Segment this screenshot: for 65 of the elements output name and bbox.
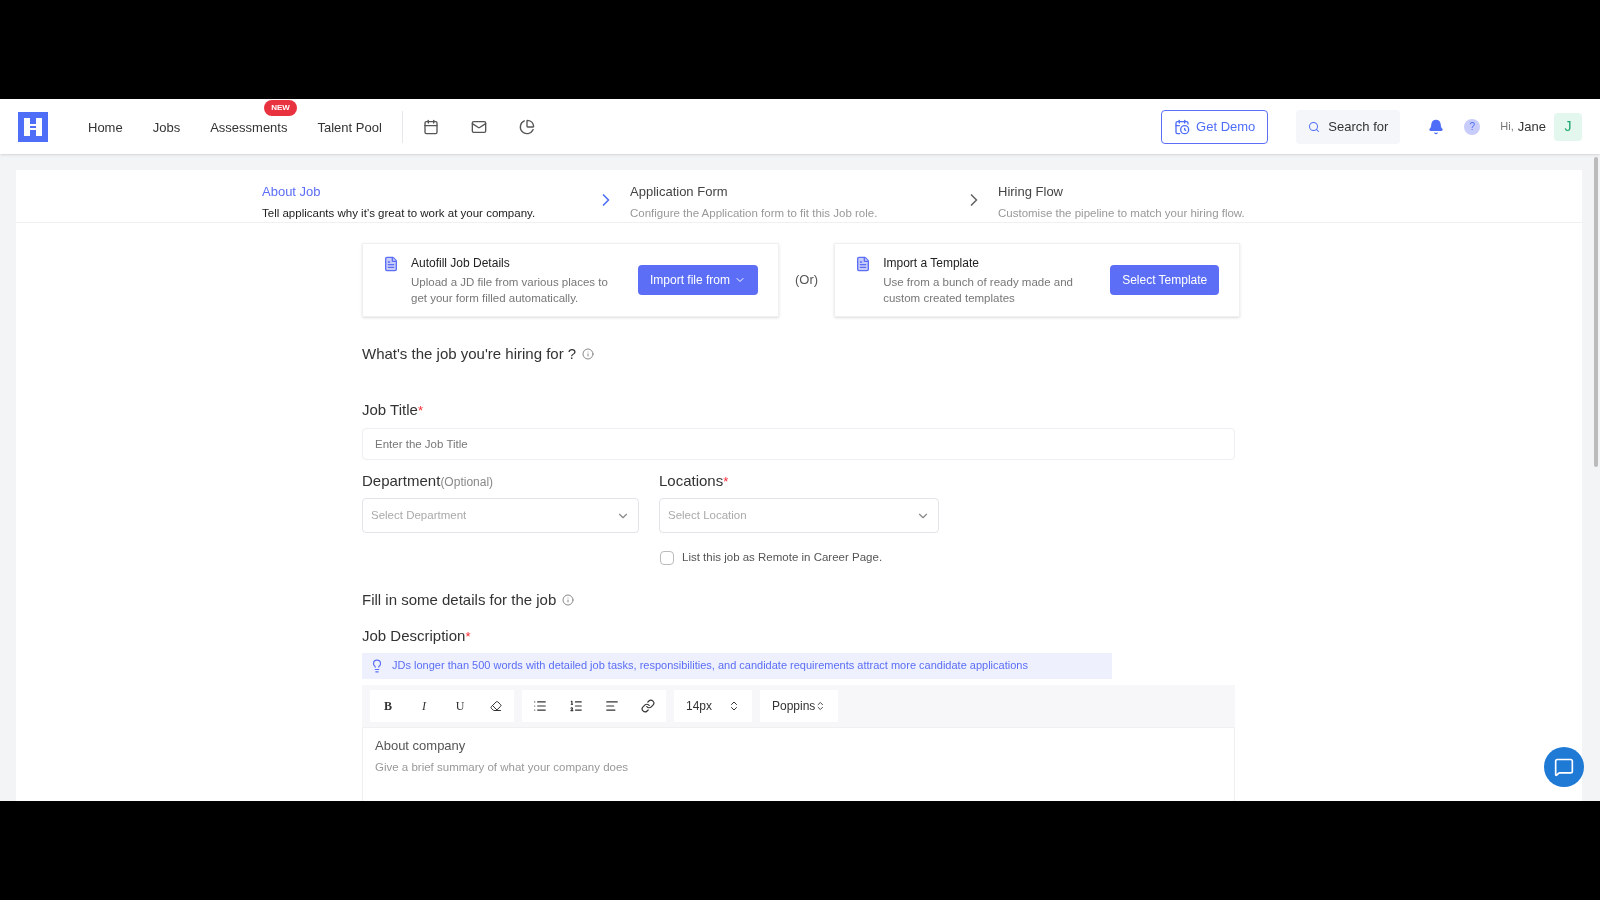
bold-button[interactable]: B [370,689,406,722]
nav-link[interactable]: Talent Pool [317,119,382,135]
required-asterisk: * [417,402,423,421]
mail-icon[interactable] [470,118,487,135]
chat-icon [1554,757,1574,777]
nav-link[interactable]: Home [88,119,123,135]
section-heading: What's the job you're hiring for ? [362,343,577,364]
document-icon [855,255,872,272]
pie-chart-icon[interactable] [518,118,535,135]
font-size-select[interactable]: 14px [674,689,752,722]
bullet-list-button[interactable] [522,689,558,722]
up-down-icon [728,699,740,712]
bullet-list-icon [533,698,547,713]
nav-link[interactable]: Jobs [152,119,181,135]
search-field[interactable]: Search for [1296,109,1401,144]
card-description: Upload a JD file from various places to get your form filled automatically. [411,274,609,306]
calendar-icon[interactable] [422,118,439,135]
font-family-select[interactable]: Poppins [760,689,838,722]
link-icon [641,698,655,713]
field-label: Job Description [362,626,466,646]
calendar-clock-icon [1174,118,1191,135]
logo-icon[interactable] [18,111,48,142]
import-dropdown-button[interactable]: Import file from [638,264,758,295]
lightbulb-icon [370,658,384,673]
required-asterisk: * [465,628,471,646]
card-title: Autofill Job Details [411,254,511,272]
optional-hint: (Optional) [440,473,494,491]
search-placeholder: Search for [1328,117,1389,136]
link-button[interactable] [630,689,666,722]
info-icon[interactable] [562,593,575,606]
section-heading: Fill in some details for the job [362,589,557,610]
job-title-field[interactable]: Enter the Job Title [362,427,1235,460]
card-description: Use from a bunch of ready made and custom created templates [883,274,1074,306]
italic-button[interactable]: I [406,689,442,722]
user-name: Jane [1517,117,1546,136]
select-placeholder: Select Location [668,508,747,524]
get-demo-button[interactable]: Get Demo [1161,109,1269,144]
field-label: Job Title [362,400,418,421]
new-badge: NEW [264,99,297,116]
document-icon [383,255,399,272]
greeting-text: Hi, [1500,119,1514,135]
remote-checkbox[interactable] [660,550,674,565]
numbered-list-icon [569,698,583,713]
editor-heading: About company [375,736,467,755]
field-label: Locations [659,470,724,491]
field-label: Department [362,470,441,491]
up-down-icon [815,699,826,712]
bell-icon[interactable] [1428,118,1445,135]
or-label: (Or) [795,271,819,289]
step-tab[interactable]: Hiring Flow Customise the pipeline to match your hiring flow. [998,182,1318,222]
nav-link[interactable]: Assessments [210,119,288,135]
clear-format-button[interactable] [478,689,514,722]
step-tab[interactable]: About Job Tell applicants why it’s great to work at your company. [262,182,582,222]
align-left-icon [605,698,619,713]
card-title: Import a Template [883,254,980,272]
tip-text: JDs longer than 500 words with detailed job tasks, responsibilities, and candidate requirements attract more candidate applications [392,658,1028,674]
step-tab[interactable]: Application Form Configure the Application form to fit this Job role. [630,182,950,222]
editor-placeholder: Give a brief summary of what your company does [375,760,630,775]
select-template-button[interactable]: Select Template [1110,264,1220,295]
select-placeholder: Select Department [371,508,467,524]
info-icon[interactable] [582,348,595,360]
underline-button[interactable]: U [442,689,478,722]
required-asterisk: * [723,472,729,491]
checkbox-label: List this job as Remote in Career Page. [682,550,883,566]
eraser-icon [490,699,502,712]
